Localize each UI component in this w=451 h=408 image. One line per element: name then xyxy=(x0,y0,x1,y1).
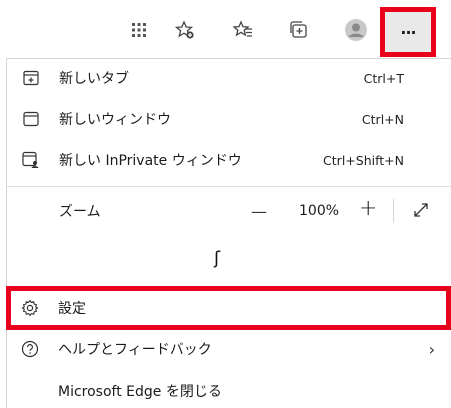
menu-item-label: ヘルプとフィードバック xyxy=(58,342,212,358)
zoom-level: 100% xyxy=(299,203,340,219)
menu-item-label: 新しいウィンドウ xyxy=(59,112,171,128)
menu-item-zoom: ズーム — 100% + xyxy=(7,191,451,231)
more-label: ··· xyxy=(400,22,416,42)
fullscreen-icon[interactable] xyxy=(412,201,430,223)
profile-avatar-icon[interactable] xyxy=(340,14,372,46)
menu-divider xyxy=(7,186,451,187)
zoom-label: ズーム xyxy=(59,204,101,220)
menu-item-label: 新しいタブ xyxy=(59,71,129,87)
new-window-icon xyxy=(21,109,41,129)
menu-item-label: 新しい InPrivate ウィンドウ xyxy=(59,153,242,169)
app-grid-icon[interactable] xyxy=(123,14,155,46)
menu-item-close-edge[interactable]: Microsoft Edge を閉じる xyxy=(6,374,451,408)
settings-highlight-box xyxy=(6,286,451,330)
chevron-right-icon: › xyxy=(428,339,435,359)
inprivate-icon xyxy=(21,150,41,170)
settings-and-more-button[interactable]: ··· xyxy=(380,7,436,57)
menu-item-shortcut: Ctrl+Shift+N xyxy=(323,152,404,168)
menu-item-label: Microsoft Edge を閉じる xyxy=(58,384,222,400)
menu-item-shortcut: Ctrl+N xyxy=(361,111,404,127)
new-tab-icon xyxy=(21,68,41,88)
menu-item-new-window[interactable]: 新しいウィンドウ Ctrl+N xyxy=(7,102,451,136)
add-favorite-icon[interactable] xyxy=(169,14,201,46)
zoom-in-button[interactable]: + xyxy=(359,196,377,221)
favorites-icon[interactable] xyxy=(227,14,259,46)
help-icon xyxy=(20,339,40,359)
menu-item-new-tab[interactable]: 新しいタブ Ctrl+T xyxy=(7,61,451,95)
menu-item-help-and-feedback[interactable]: ヘルプとフィードバック › xyxy=(6,332,451,366)
browser-toolbar: ··· xyxy=(0,0,451,60)
menu-item-shortcut: Ctrl+T xyxy=(363,70,404,86)
collections-icon[interactable] xyxy=(283,14,315,46)
omission-mark: ʃ xyxy=(214,248,221,269)
zoom-out-button[interactable]: — xyxy=(251,202,267,221)
menu-item-new-inprivate-window[interactable]: 新しい InPrivate ウィンドウ Ctrl+Shift+N xyxy=(7,143,451,177)
zoom-separator xyxy=(393,199,394,223)
